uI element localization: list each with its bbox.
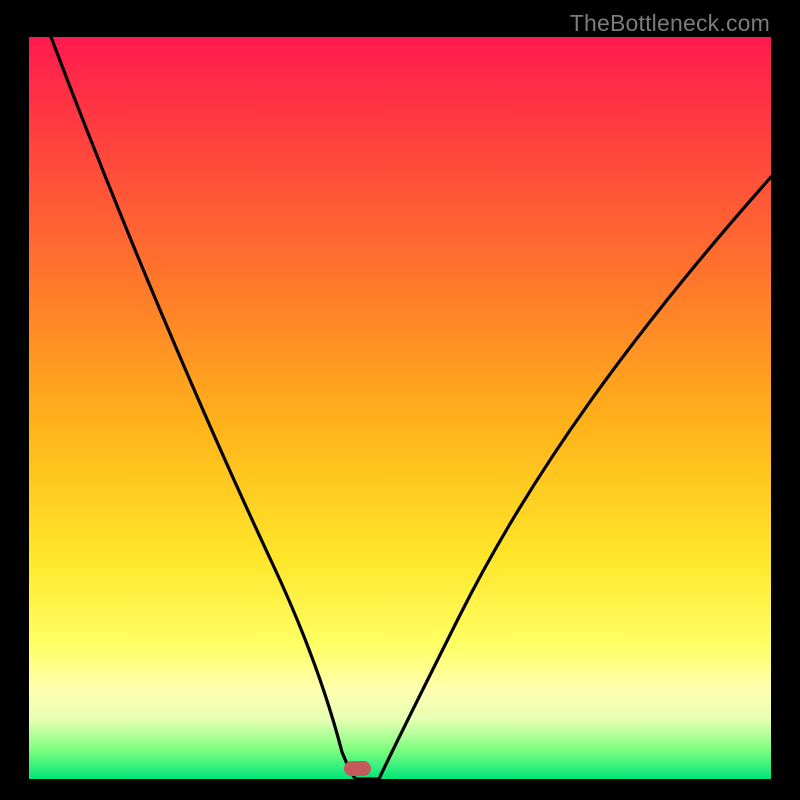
watermark-text: TheBottleneck.com: [570, 10, 770, 37]
plot-area: [29, 37, 771, 779]
optimum-marker: [344, 761, 371, 776]
curve-path: [51, 37, 771, 779]
bottleneck-curve: [29, 37, 771, 779]
chart-frame: TheBottleneck.com: [0, 0, 800, 800]
